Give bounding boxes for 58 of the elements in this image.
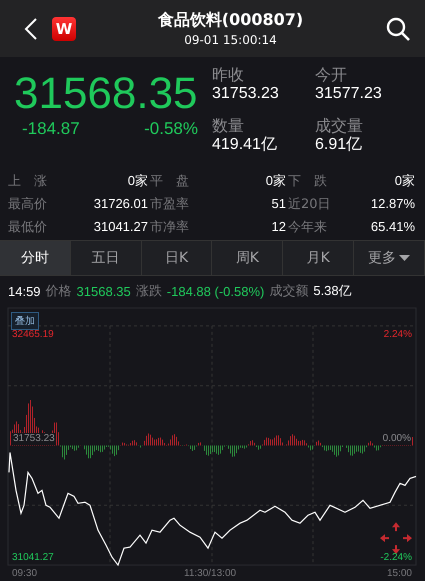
chart-tab[interactable]: 更多 [354, 241, 425, 275]
chart-tab[interactable]: 五日 [70, 241, 142, 275]
info-label: 价格 [46, 282, 72, 300]
time-label: 09:30 [12, 568, 38, 580]
stat-value: 65.41% [370, 219, 416, 234]
back-icon[interactable] [24, 16, 38, 40]
page-title: 食品饮料(000807) [158, 10, 304, 31]
quote-label: 昨收 [212, 65, 245, 84]
quote-value: 31577.23 [315, 84, 383, 103]
info-value: 31568.35 [76, 284, 131, 298]
axis-label: -2.24% [380, 552, 412, 564]
info-value: 5.38亿 [313, 282, 352, 300]
stat-label: 最低价 [8, 218, 48, 236]
chart-tab[interactable]: 月K [283, 241, 354, 275]
app-logo: W [52, 16, 76, 40]
stat-label: 下 跌 [288, 172, 328, 190]
stat-value: 12 [270, 219, 287, 234]
info-value: -184.88 (-0.58%) [166, 284, 264, 298]
quote-value: 31753.23 [212, 84, 280, 103]
chart-tab[interactable]: 周K [212, 241, 284, 275]
axis-label: 31753.23 [12, 433, 56, 445]
quote-value: 419.41亿 [212, 134, 278, 154]
index-price: 31568.35 [14, 69, 199, 119]
stat-value: 0家 [394, 172, 416, 190]
chart-tab[interactable]: 分时 [0, 241, 71, 275]
quote-value: 6.91亿 [315, 134, 364, 154]
stat-label: 市盈率 [150, 196, 190, 212]
timestamp: 09-01 15:00:14 [184, 33, 277, 47]
price-change: -184.87 [22, 119, 80, 139]
stat-label: 今年来 [288, 218, 328, 236]
time-label: 15:00 [386, 568, 412, 580]
stat-label: 平 盘 [150, 172, 190, 190]
stat-value: 0家 [126, 172, 149, 190]
search-icon[interactable] [385, 16, 411, 42]
stat-label: 市净率 [150, 218, 190, 236]
axis-label: 31041.27 [12, 552, 54, 564]
stat-value: 12.87% [370, 196, 416, 211]
stat-label: 上 涨 [8, 172, 48, 190]
move-icon[interactable] [380, 522, 412, 554]
stat-value: 0家 [264, 172, 287, 190]
stat-value: 51 [270, 196, 287, 211]
time-label: 11:30/13:00 [184, 568, 236, 580]
quote-label: 今开 [315, 65, 348, 84]
time-text: 14:59 [8, 284, 41, 298]
stat-label: 最高价 [8, 196, 48, 212]
stat-label: 近20日 [288, 196, 332, 212]
percent-change: -0.58% [144, 119, 198, 139]
axis-label: 0.00% [382, 433, 412, 445]
quote-label: 成交量 [315, 116, 364, 134]
chart-tab[interactable]: 日K [142, 241, 212, 275]
stat-value: 31041.27 [92, 219, 149, 234]
info-label: 涨跌 [136, 282, 162, 300]
info-label: 成交额 [269, 282, 308, 300]
overlay-button[interactable]: 叠加 [11, 312, 39, 330]
axis-label: 32465.19 [12, 329, 54, 341]
axis-label: 2.24% [384, 329, 412, 341]
stat-value: 31726.01 [92, 196, 149, 211]
quote-label: 数量 [212, 116, 245, 134]
